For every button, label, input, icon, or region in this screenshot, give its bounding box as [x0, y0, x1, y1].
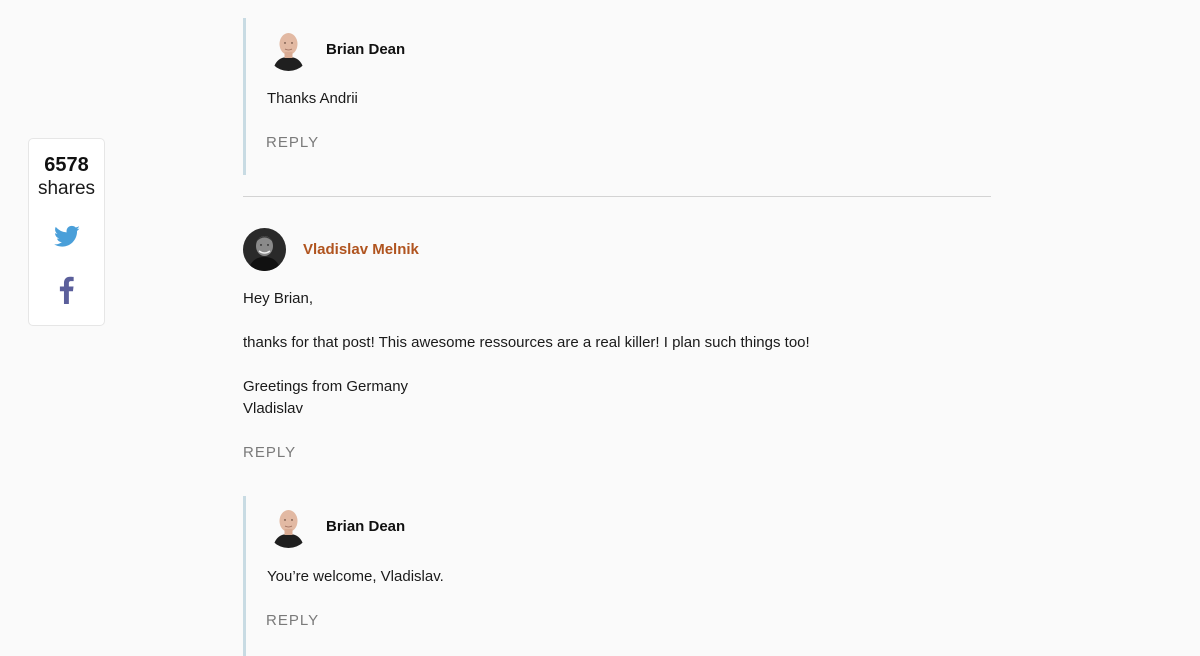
avatar — [267, 505, 310, 548]
share-count: 6578 — [44, 154, 89, 176]
share-label: shares — [37, 178, 96, 199]
facebook-share-button[interactable] — [53, 276, 81, 304]
comment-text: Vladislav — [243, 400, 304, 417]
comment-text: Hey Brian, — [243, 290, 314, 307]
comment-text: thanks for that post! This awesome resso… — [243, 334, 810, 351]
comment-text: Thanks Andrii — [267, 90, 358, 107]
twitter-share-button[interactable] — [53, 223, 81, 251]
share-widget: 6578 shares — [28, 138, 105, 326]
comment-text: You’re welcome, Vladislav. — [267, 568, 444, 585]
avatar — [267, 28, 310, 71]
reply-button[interactable]: REPLY — [266, 134, 319, 151]
comment-author: Brian Dean — [326, 41, 406, 58]
facebook-icon — [59, 276, 74, 304]
twitter-icon — [54, 225, 80, 247]
comment-author: Brian Dean — [326, 518, 406, 535]
reply-button[interactable]: REPLY — [243, 444, 296, 461]
comment-text: Greetings from Germany — [243, 378, 409, 395]
brian-dean-avatar-icon — [267, 505, 310, 548]
reply-thread-border — [243, 496, 246, 656]
avatar — [243, 228, 286, 271]
brian-dean-avatar-icon — [267, 28, 310, 71]
reply-thread-border — [243, 18, 246, 175]
reply-button[interactable]: REPLY — [266, 612, 319, 629]
comment-divider — [243, 196, 991, 197]
vladislav-melnik-avatar-icon — [243, 228, 286, 271]
comment-author-link[interactable]: Vladislav Melnik — [303, 241, 419, 258]
